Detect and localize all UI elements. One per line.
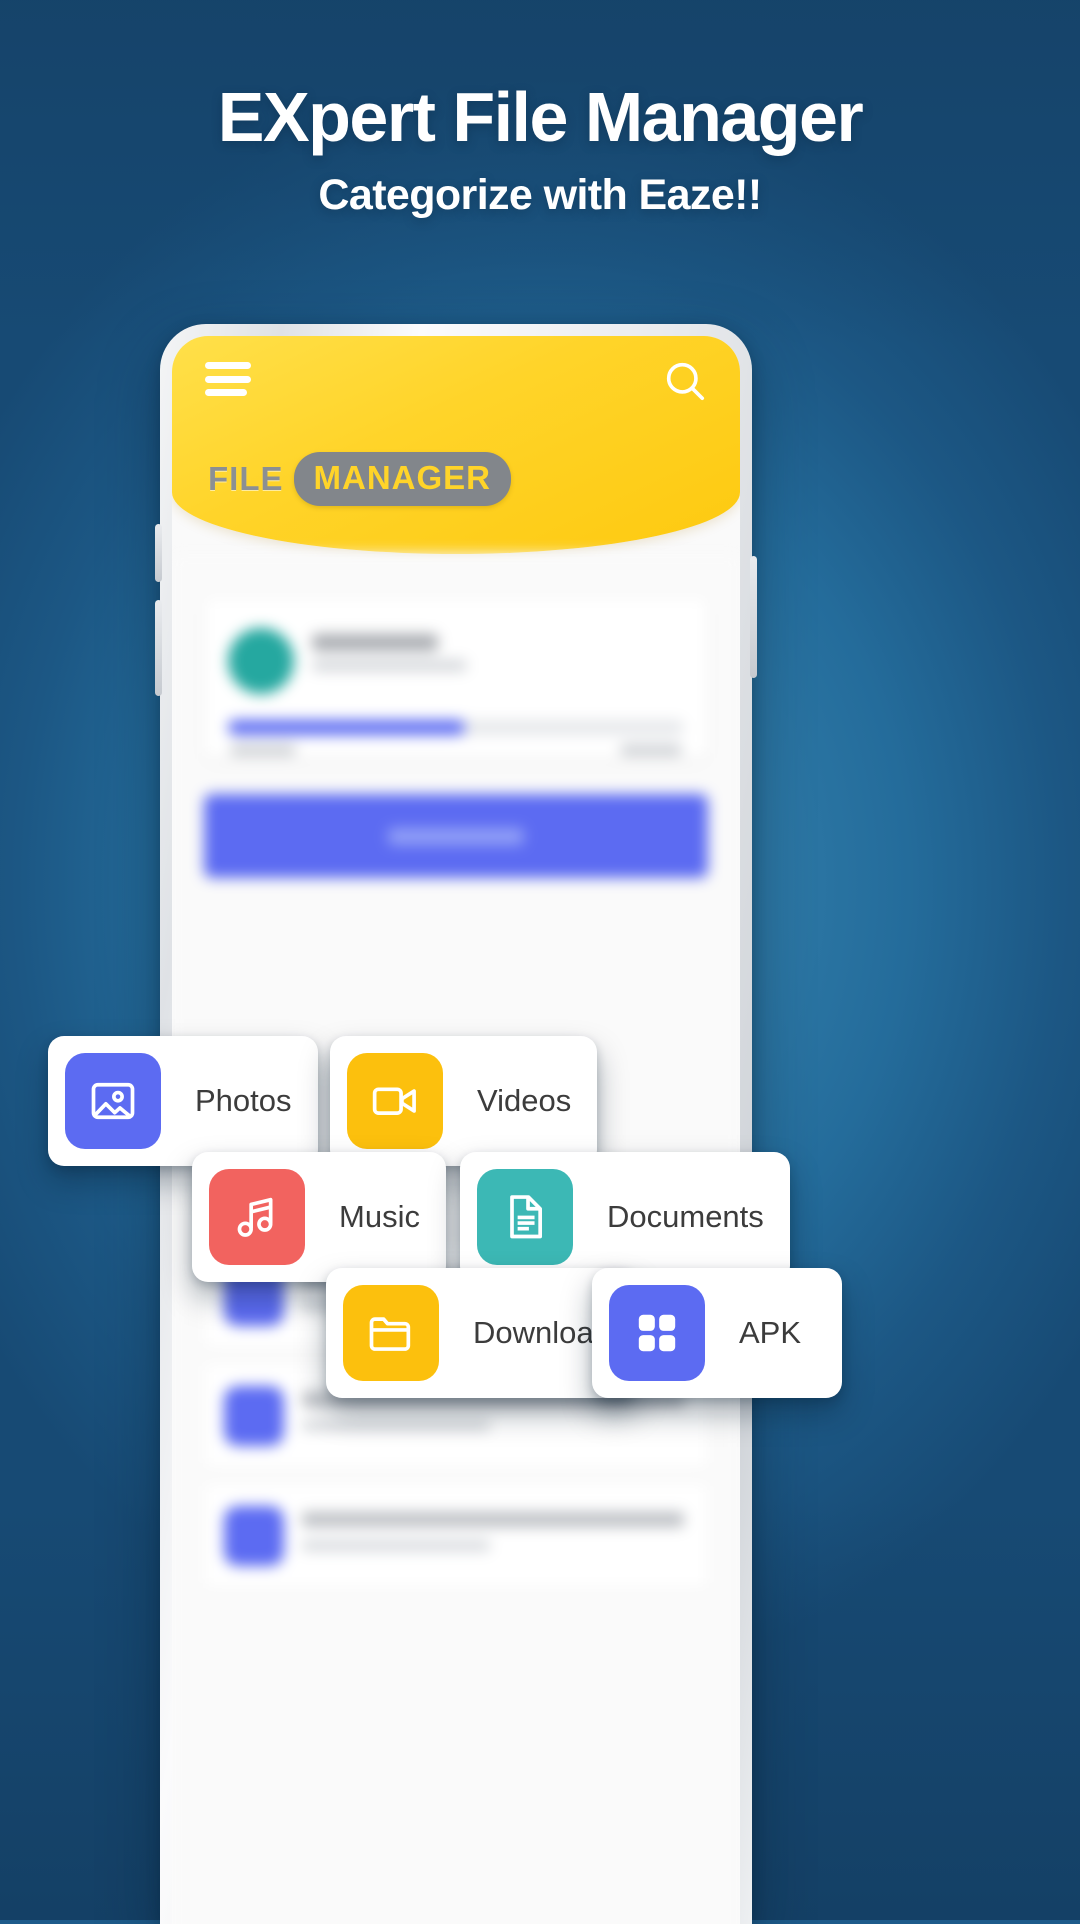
music-note-icon — [237, 1197, 273, 1237]
category-card-apk[interactable]: APK — [592, 1268, 842, 1398]
app-logo: FILE MANAGER — [208, 452, 511, 506]
phone-volume-up-button — [155, 524, 162, 582]
clean-storage-button[interactable] — [204, 794, 708, 878]
storage-progress-bar — [228, 720, 684, 735]
hamburger-bar — [205, 389, 247, 396]
phone-power-button — [750, 556, 757, 678]
category-card-photos[interactable]: Photos — [48, 1036, 318, 1166]
storage-card — [204, 598, 708, 758]
category-card-documents[interactable]: Documents — [460, 1152, 790, 1282]
category-label: Music — [339, 1199, 420, 1234]
grid-apps-icon — [638, 1314, 676, 1352]
category-label: Download — [473, 1315, 611, 1350]
category-label: Photos — [195, 1083, 292, 1118]
storage-total-placeholder — [620, 744, 682, 756]
file-name-placeholder — [302, 1512, 684, 1527]
hamburger-bar — [205, 362, 251, 369]
category-label: APK — [739, 1315, 802, 1350]
hamburger-menu-icon[interactable] — [205, 362, 251, 396]
videos-tile — [347, 1053, 443, 1149]
logo-word-one: FILE — [208, 460, 284, 497]
logo-word-two: MANAGER — [293, 452, 511, 506]
photos-tile — [65, 1053, 161, 1149]
file-type-icon — [224, 1506, 284, 1566]
file-meta-placeholder — [302, 1420, 490, 1431]
storage-title-placeholder — [312, 634, 438, 651]
storage-subtitle-placeholder — [312, 660, 467, 671]
category-card-download[interactable]: Download — [326, 1268, 637, 1398]
promo-headline: EXpert File Manager Categorize with Eaze… — [0, 78, 1080, 220]
folder-icon — [369, 1317, 411, 1351]
documents-tile — [477, 1169, 573, 1265]
app-bar: FILE MANAGER — [172, 336, 740, 554]
category-label: Videos — [477, 1083, 572, 1118]
apk-tile — [609, 1285, 705, 1381]
storage-progress-fill — [228, 720, 466, 735]
storage-used-placeholder — [230, 744, 296, 756]
hamburger-bar — [205, 375, 251, 383]
phone-volume-down-button — [155, 600, 162, 696]
promo-title: EXpert File Manager — [217, 78, 864, 156]
clean-storage-label-placeholder — [388, 828, 524, 845]
image-icon — [91, 1082, 135, 1120]
file-type-icon — [224, 1386, 284, 1446]
promo-subtitle: Categorize with Eaze!! — [318, 171, 762, 220]
document-icon — [510, 1195, 543, 1239]
category-card-music[interactable]: Music — [192, 1152, 446, 1282]
download-tile — [343, 1285, 439, 1381]
recent-file-row[interactable] — [204, 1484, 708, 1588]
file-meta-placeholder — [302, 1540, 490, 1551]
category-label: Documents — [607, 1199, 764, 1234]
category-card-videos[interactable]: Videos — [330, 1036, 598, 1166]
video-icon — [372, 1087, 416, 1115]
storage-avatar — [228, 628, 294, 694]
music-tile — [209, 1169, 305, 1265]
search-icon[interactable] — [662, 358, 708, 404]
